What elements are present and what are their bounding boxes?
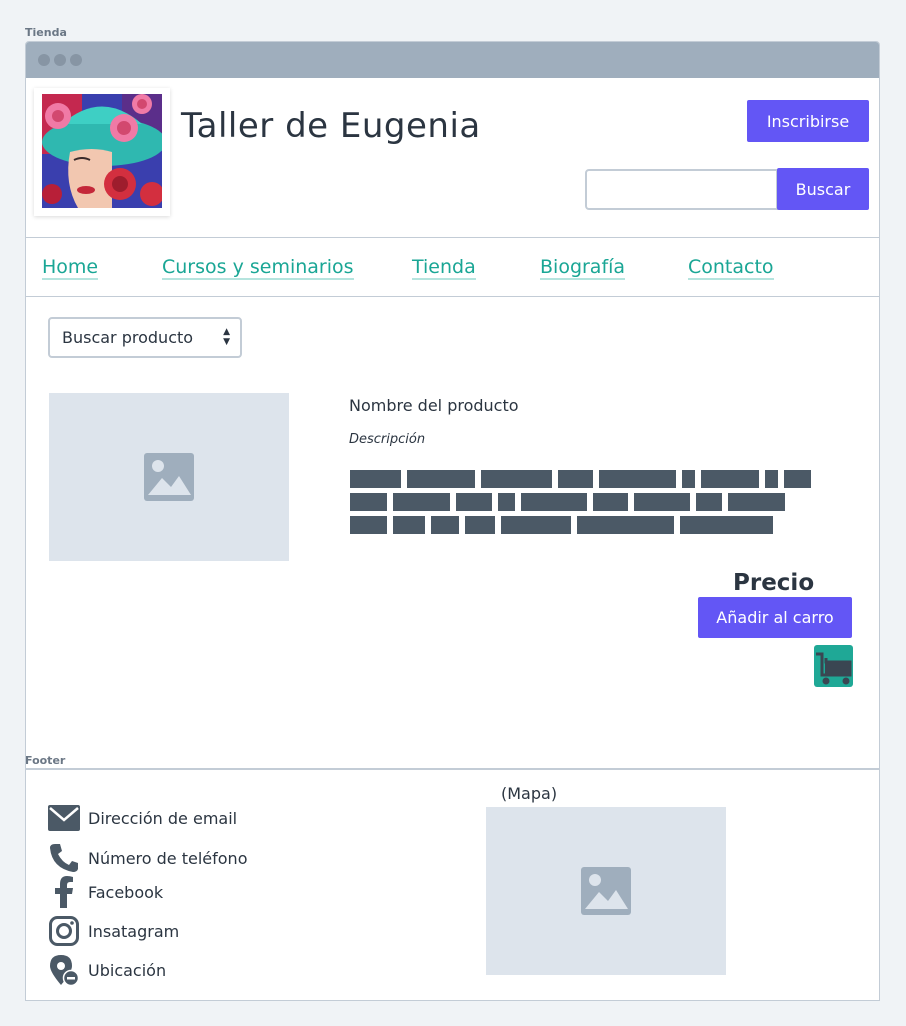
contact-facebook-label: Facebook [88,882,164,902]
contact-instagram-label: Insatagram [88,921,180,941]
contact-phone-label: Número de teléfono [88,848,248,868]
product-description-text [350,470,820,539]
facebook-icon [55,876,73,908]
window-titlebar [26,42,879,78]
contact-instagram[interactable]: Insatagram [48,915,179,947]
product-select[interactable]: Buscar producto ▲ ▼ [48,317,242,358]
nav-item-bio[interactable]: Biografía [540,256,626,280]
contact-location[interactable]: Ubicación [48,954,166,986]
window-dot-icon [54,54,66,66]
product-description-label: Descripción [349,432,426,447]
contact-phone[interactable]: Número de teléfono [48,842,247,874]
site-header: Taller de Eugenia Inscribirse Buscar [26,78,879,238]
product-name: Nombre del producto [349,396,519,415]
map-label: (Mapa) [501,784,558,803]
image-placeholder-icon [581,867,631,915]
nav-item-shop[interactable]: Tienda [412,256,476,280]
browser-window: Taller de Eugenia Inscribirse Buscar Hom… [25,41,880,769]
nav-item-home[interactable]: Home [42,256,99,280]
image-placeholder-icon [144,453,194,501]
site-logo[interactable] [34,88,170,216]
cart-icon[interactable] [814,645,853,687]
product-image [49,393,289,561]
email-icon [48,805,80,831]
location-icon [50,955,80,986]
instagram-icon [49,916,79,946]
logo-painting-icon [42,94,166,208]
contact-facebook[interactable]: Facebook [48,876,163,908]
search-input[interactable] [585,169,778,210]
product-price: Precio [733,570,815,596]
nav-item-contact[interactable]: Contacto [688,256,774,280]
site-footer: Dirección de email Número de teléfono Fa… [25,769,880,1001]
contact-email-label: Dirección de email [88,808,238,828]
window-dot-icon [38,54,50,66]
window-dot-icon [70,54,82,66]
add-to-cart-button[interactable]: Añadir al carro [698,597,852,638]
product-select-value: Buscar producto [62,328,194,347]
phone-icon [50,844,78,872]
page-frame-label: Tienda [25,26,67,39]
footer-frame-label: Footer [25,754,66,767]
site-title: Taller de Eugenia [181,106,481,146]
search-button[interactable]: Buscar [777,168,869,210]
select-arrows-icon: ▲ ▼ [223,327,230,347]
shopping-cart-icon [816,652,852,685]
nav-item-courses[interactable]: Cursos y seminarios [162,256,354,280]
map-placeholder[interactable] [486,807,726,975]
main-nav: Home Cursos y seminarios Tienda Biografí… [26,238,879,297]
signup-button[interactable]: Inscribirse [747,100,869,142]
contact-email[interactable]: Dirección de email [48,802,237,834]
contact-location-label: Ubicación [88,960,167,980]
